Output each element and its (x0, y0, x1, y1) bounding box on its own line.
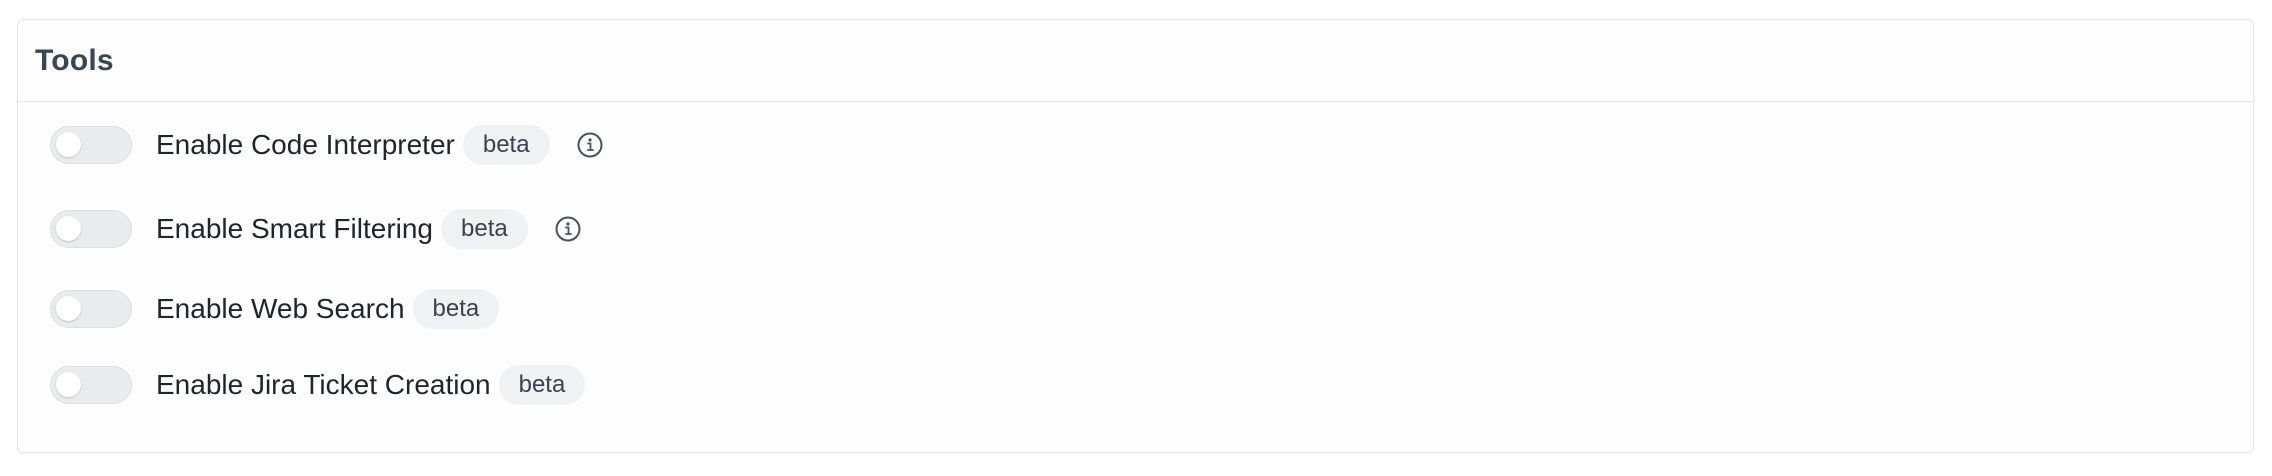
tools-panel: Tools Enable Code Interpreter beta Enabl… (17, 19, 2254, 453)
panel-header: Tools (18, 20, 2253, 102)
toggle-knob (56, 132, 81, 157)
tool-row-web-search: Enable Web Search beta (50, 289, 500, 329)
tool-label: Enable Code Interpreter (156, 129, 455, 160)
toggle-knob (56, 216, 81, 241)
smart-filtering-toggle[interactable] (50, 210, 132, 248)
toggle-knob (56, 296, 81, 321)
tool-label: Enable Jira Ticket Creation (156, 369, 491, 400)
jira-ticket-creation-toggle[interactable] (50, 366, 132, 404)
code-interpreter-toggle[interactable] (50, 126, 132, 164)
beta-badge: beta (441, 209, 528, 249)
beta-badge: beta (498, 365, 586, 405)
toggle-knob (56, 372, 81, 397)
tool-row-code-interpreter: Enable Code Interpreter beta (50, 125, 604, 165)
beta-badge: beta (462, 125, 550, 165)
tool-row-smart-filtering: Enable Smart Filtering beta (50, 209, 582, 249)
tool-label: Enable Smart Filtering (156, 213, 434, 244)
panel-title: Tools (35, 43, 114, 77)
web-search-toggle[interactable] (50, 290, 132, 328)
info-circle-icon[interactable] (576, 131, 604, 159)
info-circle-icon[interactable] (554, 215, 582, 243)
tool-label: Enable Web Search (156, 293, 405, 324)
beta-badge: beta (412, 289, 500, 329)
tool-row-jira-ticket-creation: Enable Jira Ticket Creation beta (50, 365, 586, 405)
